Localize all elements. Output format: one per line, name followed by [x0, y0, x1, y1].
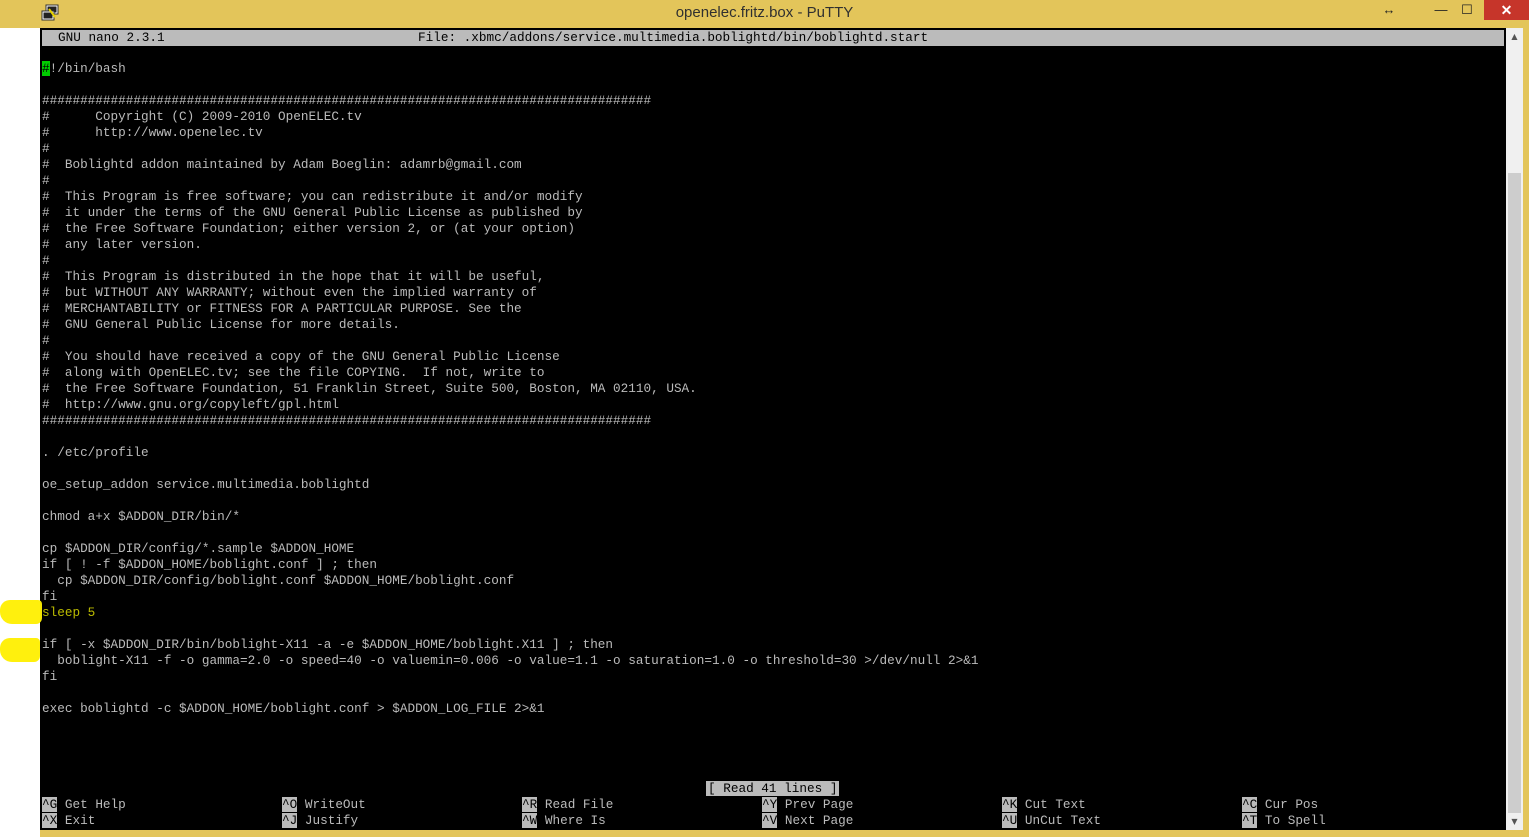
- code-line: oe_setup_addon service.multimedia.boblig…: [42, 477, 370, 492]
- window-title: openelec.fritz.box - PuTTY: [675, 4, 854, 21]
- code-line: exec boblightd -c $ADDON_HOME/boblight.c…: [42, 701, 545, 716]
- code-line: # it under the terms of the GNU General …: [42, 205, 583, 220]
- window-frame-bottom: [40, 830, 1529, 837]
- code-line: # along with OpenELEC.tv; see the file C…: [42, 365, 545, 380]
- code-line: . /etc/profile: [42, 445, 149, 460]
- window-frame-left: [0, 28, 40, 837]
- text-cursor: #: [42, 61, 50, 76]
- resize-icon[interactable]: ↔: [1374, 0, 1404, 20]
- code-line: boblight-X11 -f -o gamma=2.0 -o speed=40…: [42, 653, 979, 668]
- shortcut-cut-text[interactable]: ^K Cut Text: [1002, 797, 1086, 813]
- scroll-down-arrow-icon[interactable]: ▼: [1506, 813, 1523, 830]
- shortcut-uncut-text[interactable]: ^U UnCut Text: [1002, 813, 1101, 829]
- scroll-up-arrow-icon[interactable]: ▲: [1506, 28, 1523, 45]
- close-button[interactable]: ✕: [1484, 0, 1529, 20]
- shortcut-next-page[interactable]: ^V Next Page: [762, 813, 853, 829]
- shortcut-exit[interactable]: ^X Exit: [42, 813, 95, 829]
- code-line: # Boblightd addon maintained by Adam Boe…: [42, 157, 522, 172]
- shortcut-to-spell[interactable]: ^T To Spell: [1242, 813, 1326, 829]
- code-line: fi: [42, 589, 58, 604]
- code-line: #: [42, 141, 50, 156]
- window-frame-right: [1523, 28, 1529, 837]
- code-line: # http://www.openelec.tv: [42, 125, 263, 140]
- code-line: if [ ! -f $ADDON_HOME/boblight.conf ] ; …: [42, 557, 378, 572]
- code-line: # http://www.gnu.org/copyleft/gpl.html: [42, 397, 339, 412]
- nano-version: GNU nano 2.3.1: [58, 30, 165, 45]
- code-line: # MERCHANTABILITY or FITNESS FOR A PARTI…: [42, 301, 522, 316]
- code-line: # GNU General Public License for more de…: [42, 317, 400, 332]
- shortcut-read-file[interactable]: ^R Read File: [522, 797, 613, 813]
- code-line: # This Program is distributed in the hop…: [42, 269, 545, 284]
- code-line: #: [42, 333, 50, 348]
- code-line: # the Free Software Foundation, 51 Frank…: [42, 381, 697, 396]
- code-line: # any later version.: [42, 237, 202, 252]
- code-line: ########################################…: [42, 93, 652, 108]
- shortcut-justify[interactable]: ^J Justify: [282, 813, 358, 829]
- code-line: #: [42, 173, 50, 188]
- highlighter-mark: [0, 600, 42, 624]
- shortcut-where-is[interactable]: ^W Where Is: [522, 813, 606, 829]
- code-line: ########################################…: [42, 413, 652, 428]
- terminal-area[interactable]: GNU nano 2.3.1 File: .xbmc/addons/servic…: [40, 28, 1506, 830]
- code-line: # Copyright (C) 2009-2010 OpenELEC.tv: [42, 109, 362, 124]
- window-titlebar[interactable]: openelec.fritz.box - PuTTY ↔ — ☐ ✕: [0, 0, 1529, 28]
- code-line-highlighted: sleep 5: [42, 605, 96, 620]
- file-content[interactable]: #!/bin/bash #############################…: [42, 61, 979, 717]
- code-line: if [ -x $ADDON_DIR/bin/boblight-X11 -a -…: [42, 637, 614, 652]
- code-line: cp $ADDON_DIR/config/*.sample $ADDON_HOM…: [42, 541, 355, 556]
- maximize-button[interactable]: ☐: [1452, 0, 1482, 20]
- nano-status-message: [ Read 41 lines ]: [706, 781, 840, 796]
- scrollbar-thumb[interactable]: [1508, 173, 1521, 813]
- code-line: fi: [42, 669, 58, 684]
- code-line: # You should have received a copy of the…: [42, 349, 560, 364]
- code-line: chmod a+x $ADDON_DIR/bin/*: [42, 509, 240, 524]
- highlighter-mark: [0, 638, 40, 662]
- shortcut-prev-page[interactable]: ^Y Prev Page: [762, 797, 853, 813]
- code-line: # This Program is free software; you can…: [42, 189, 583, 204]
- code-line: #: [42, 253, 50, 268]
- vertical-scrollbar[interactable]: ▲ ▼: [1506, 28, 1523, 830]
- shortcut-cur-pos[interactable]: ^C Cur Pos: [1242, 797, 1318, 813]
- nano-header-bar: GNU nano 2.3.1 File: .xbmc/addons/servic…: [42, 30, 1504, 46]
- code-line: cp $ADDON_DIR/config/boblight.conf $ADDO…: [42, 573, 515, 588]
- code-line: #!/bin/bash: [42, 61, 126, 76]
- shortcut-writeout[interactable]: ^O WriteOut: [282, 797, 366, 813]
- shortcut-get-help[interactable]: ^G Get Help: [42, 797, 126, 813]
- code-line: # the Free Software Foundation; either v…: [42, 221, 575, 236]
- code-line: # but WITHOUT ANY WARRANTY; without even…: [42, 285, 537, 300]
- nano-file-name: File: .xbmc/addons/service.multimedia.bo…: [418, 30, 929, 45]
